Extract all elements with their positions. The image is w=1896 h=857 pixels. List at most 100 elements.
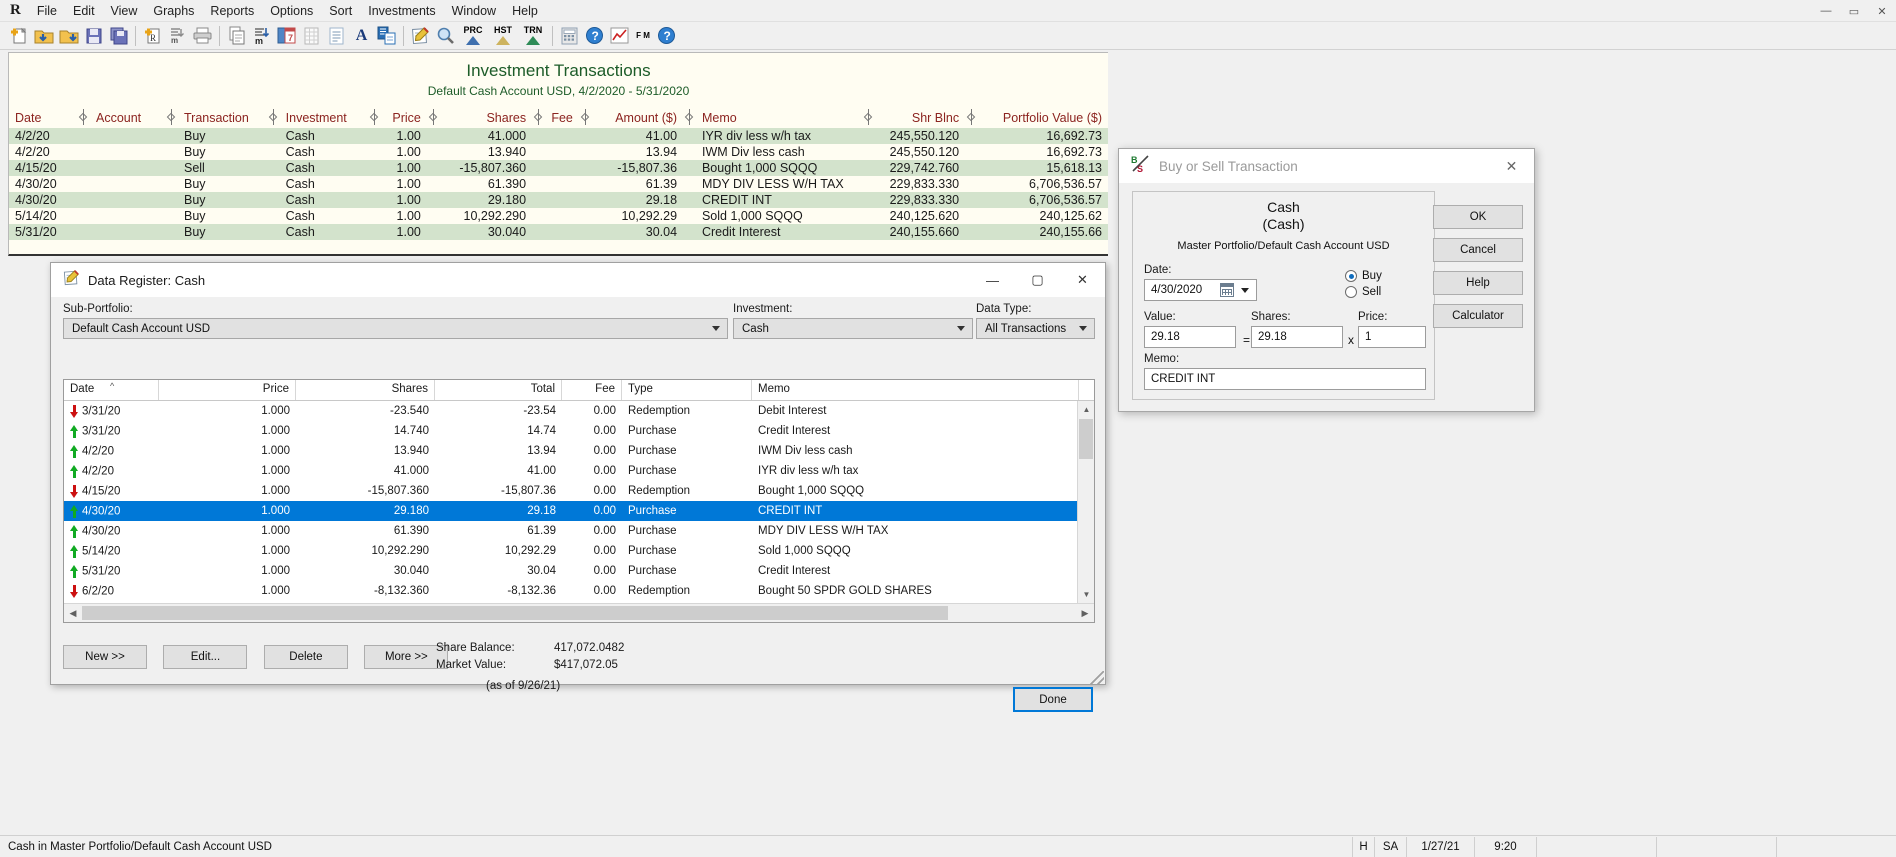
buy-sell-titlebar[interactable]: B S Buy or Sell Transaction ✕ bbox=[1119, 149, 1534, 183]
grid-row[interactable]: 4/2/20 1.000 13.940 13.94 0.00 Purchase IWM Di… bbox=[64, 441, 1094, 461]
shares-input[interactable]: 29.18 bbox=[1251, 326, 1343, 348]
new-file-icon[interactable] bbox=[6, 24, 31, 48]
new-report-icon[interactable]: R bbox=[140, 24, 165, 48]
col-account[interactable]: Account bbox=[90, 109, 165, 128]
scroll-down-icon[interactable]: ▼ bbox=[1078, 586, 1095, 603]
scroll-left-icon[interactable]: ◀ bbox=[64, 604, 82, 622]
calculator-button[interactable]: Calculator bbox=[1433, 304, 1523, 328]
menu-reports[interactable]: Reports bbox=[202, 2, 262, 20]
grid-col-memo[interactable]: Memo bbox=[752, 380, 1079, 400]
data-type-select[interactable]: All Transactions bbox=[976, 318, 1095, 339]
open-folder-icon[interactable] bbox=[31, 24, 56, 48]
grid-col-shares[interactable]: Shares bbox=[296, 380, 435, 400]
save-all-icon[interactable] bbox=[106, 24, 131, 48]
date-input[interactable]: 4/30/2020 bbox=[1144, 279, 1257, 301]
export-icon[interactable]: m bbox=[249, 24, 274, 48]
scroll-up-icon[interactable]: ▲ bbox=[1078, 401, 1095, 418]
edit-note-icon[interactable] bbox=[408, 24, 433, 48]
new-button[interactable]: New >> bbox=[63, 645, 147, 669]
chevron-down-icon[interactable] bbox=[1241, 288, 1249, 293]
price-input[interactable]: 1 bbox=[1358, 326, 1426, 348]
cancel-button[interactable]: Cancel bbox=[1433, 238, 1523, 262]
horizontal-scroll-thumb[interactable] bbox=[82, 606, 948, 620]
grid-row[interactable]: 6/2/20 1.000 -8,132.360 -8,132.36 0.00 Redemp… bbox=[64, 581, 1094, 601]
grid-col-date[interactable]: Date ^ bbox=[64, 380, 159, 400]
grid-vertical-scrollbar[interactable]: ▲ ▼ bbox=[1077, 401, 1094, 603]
col-splitter-6[interactable] bbox=[532, 109, 545, 128]
menu-graphs[interactable]: Graphs bbox=[145, 2, 202, 20]
sell-radio[interactable] bbox=[1345, 286, 1357, 298]
menu-options[interactable]: Options bbox=[262, 2, 321, 20]
col-splitter-5[interactable] bbox=[427, 109, 440, 128]
col-splitter-2[interactable] bbox=[165, 109, 178, 128]
grid-col-total[interactable]: Total bbox=[435, 380, 562, 400]
data-register-close-button[interactable]: ✕ bbox=[1060, 263, 1105, 297]
done-button[interactable]: Done bbox=[1013, 687, 1093, 712]
grid-row[interactable]: 5/14/20 1.000 10,292.290 10,292.29 0.00 Purch… bbox=[64, 541, 1094, 561]
price-icon[interactable]: PRC bbox=[458, 24, 488, 48]
transaction-icon[interactable]: TRN bbox=[518, 24, 548, 48]
help-icon[interactable]: ? bbox=[654, 24, 679, 48]
table-row[interactable]: 4/30/20 Buy Cash 1.00 61.390 61.39 MDY DIV LES… bbox=[9, 176, 1108, 192]
delete-button[interactable]: Delete bbox=[263, 645, 348, 669]
value-input[interactable]: 29.18 bbox=[1144, 326, 1236, 348]
grid-icon[interactable] bbox=[299, 24, 324, 48]
copy-report-icon[interactable] bbox=[374, 24, 399, 48]
data-register-titlebar[interactable]: Data Register: Cash — ▢ ✕ bbox=[51, 263, 1105, 297]
data-register-minimize-button[interactable]: — bbox=[970, 263, 1015, 297]
help-button[interactable]: Help bbox=[1433, 271, 1523, 295]
grid-row[interactable]: 4/30/20 1.000 61.390 61.39 0.00 Purchase MDY D… bbox=[64, 521, 1094, 541]
save-icon[interactable] bbox=[81, 24, 106, 48]
menu-help[interactable]: Help bbox=[504, 2, 546, 20]
col-shares[interactable]: Shares bbox=[440, 109, 532, 128]
col-splitter-3[interactable] bbox=[267, 109, 280, 128]
list-icon[interactable] bbox=[324, 24, 349, 48]
menu-sort[interactable]: Sort bbox=[321, 2, 360, 20]
col-splitter-9[interactable] bbox=[862, 109, 875, 128]
col-portfolio-value[interactable]: Portfolio Value ($) bbox=[978, 109, 1108, 128]
col-amount[interactable]: Amount ($) bbox=[592, 109, 683, 128]
col-price[interactable]: Price bbox=[381, 109, 427, 128]
help-blue-icon[interactable]: ? bbox=[582, 24, 607, 48]
fm-icon[interactable]: F M bbox=[632, 24, 654, 48]
sub-portfolio-select[interactable]: Default Cash Account USD bbox=[63, 318, 728, 339]
buy-radio[interactable] bbox=[1345, 270, 1357, 282]
maximize-button[interactable]: ▭ bbox=[1840, 1, 1868, 21]
grid-horizontal-scrollbar[interactable]: ◀ ▶ bbox=[64, 603, 1094, 622]
grid-row[interactable]: 4/30/20 1.000 29.180 29.18 0.00 Purchase CREDI… bbox=[64, 501, 1094, 521]
col-date[interactable]: Date bbox=[9, 109, 77, 128]
grid-col-type[interactable]: Type bbox=[622, 380, 752, 400]
col-investment[interactable]: Investment bbox=[280, 109, 368, 128]
memo-input[interactable]: CREDIT INT bbox=[1144, 368, 1426, 390]
col-memo[interactable]: Memo bbox=[696, 109, 862, 128]
ok-button[interactable]: OK bbox=[1433, 205, 1523, 229]
buy-sell-close-button[interactable]: ✕ bbox=[1489, 149, 1534, 183]
import-icon[interactable]: m bbox=[165, 24, 190, 48]
grid-row[interactable]: 4/15/20 1.000 -15,807.360 -15,807.36 0.00 Red… bbox=[64, 481, 1094, 501]
grid-row[interactable]: 3/31/20 1.000 14.740 14.74 0.00 Purchase Credi… bbox=[64, 421, 1094, 441]
table-row[interactable]: 4/30/20 Buy Cash 1.00 29.180 29.18 CREDIT INT 2… bbox=[9, 192, 1108, 208]
table-row[interactable]: 5/31/20 Buy Cash 1.00 30.040 30.04 Credit Inte… bbox=[9, 224, 1108, 240]
chart-icon[interactable] bbox=[607, 24, 632, 48]
data-register-maximize-button[interactable]: ▢ bbox=[1015, 263, 1060, 297]
col-splitter-8[interactable] bbox=[683, 109, 696, 128]
menu-edit[interactable]: Edit bbox=[65, 2, 103, 20]
calculator-icon[interactable] bbox=[557, 24, 582, 48]
grid-row[interactable]: 4/2/20 1.000 41.000 41.00 0.00 Purchase IYR di… bbox=[64, 461, 1094, 481]
investment-select[interactable]: Cash bbox=[733, 318, 973, 339]
font-icon[interactable]: A bbox=[349, 24, 374, 48]
menu-window[interactable]: Window bbox=[444, 2, 504, 20]
col-transaction[interactable]: Transaction bbox=[178, 109, 267, 128]
table-row[interactable]: 4/15/20 Sell Cash 1.00 -15,807.360 -15,807.36… bbox=[9, 160, 1108, 176]
col-fee[interactable]: Fee bbox=[545, 109, 579, 128]
vertical-scroll-thumb[interactable] bbox=[1079, 419, 1093, 459]
edit-button[interactable]: Edit... bbox=[163, 645, 248, 669]
col-splitter-7[interactable] bbox=[579, 109, 592, 128]
grid-row[interactable]: 6/3/201.000-8,962.360-8,962.360.00Redemp… bbox=[64, 601, 1094, 602]
minimize-button[interactable]: — bbox=[1812, 1, 1840, 21]
grid-col-price[interactable]: Price bbox=[159, 380, 296, 400]
search-icon[interactable] bbox=[433, 24, 458, 48]
col-shr-blnc[interactable]: Shr Blnc bbox=[875, 109, 965, 128]
menu-view[interactable]: View bbox=[103, 2, 146, 20]
grid-row[interactable]: 5/31/20 1.000 30.040 30.04 0.00 Purchase Credi… bbox=[64, 561, 1094, 581]
